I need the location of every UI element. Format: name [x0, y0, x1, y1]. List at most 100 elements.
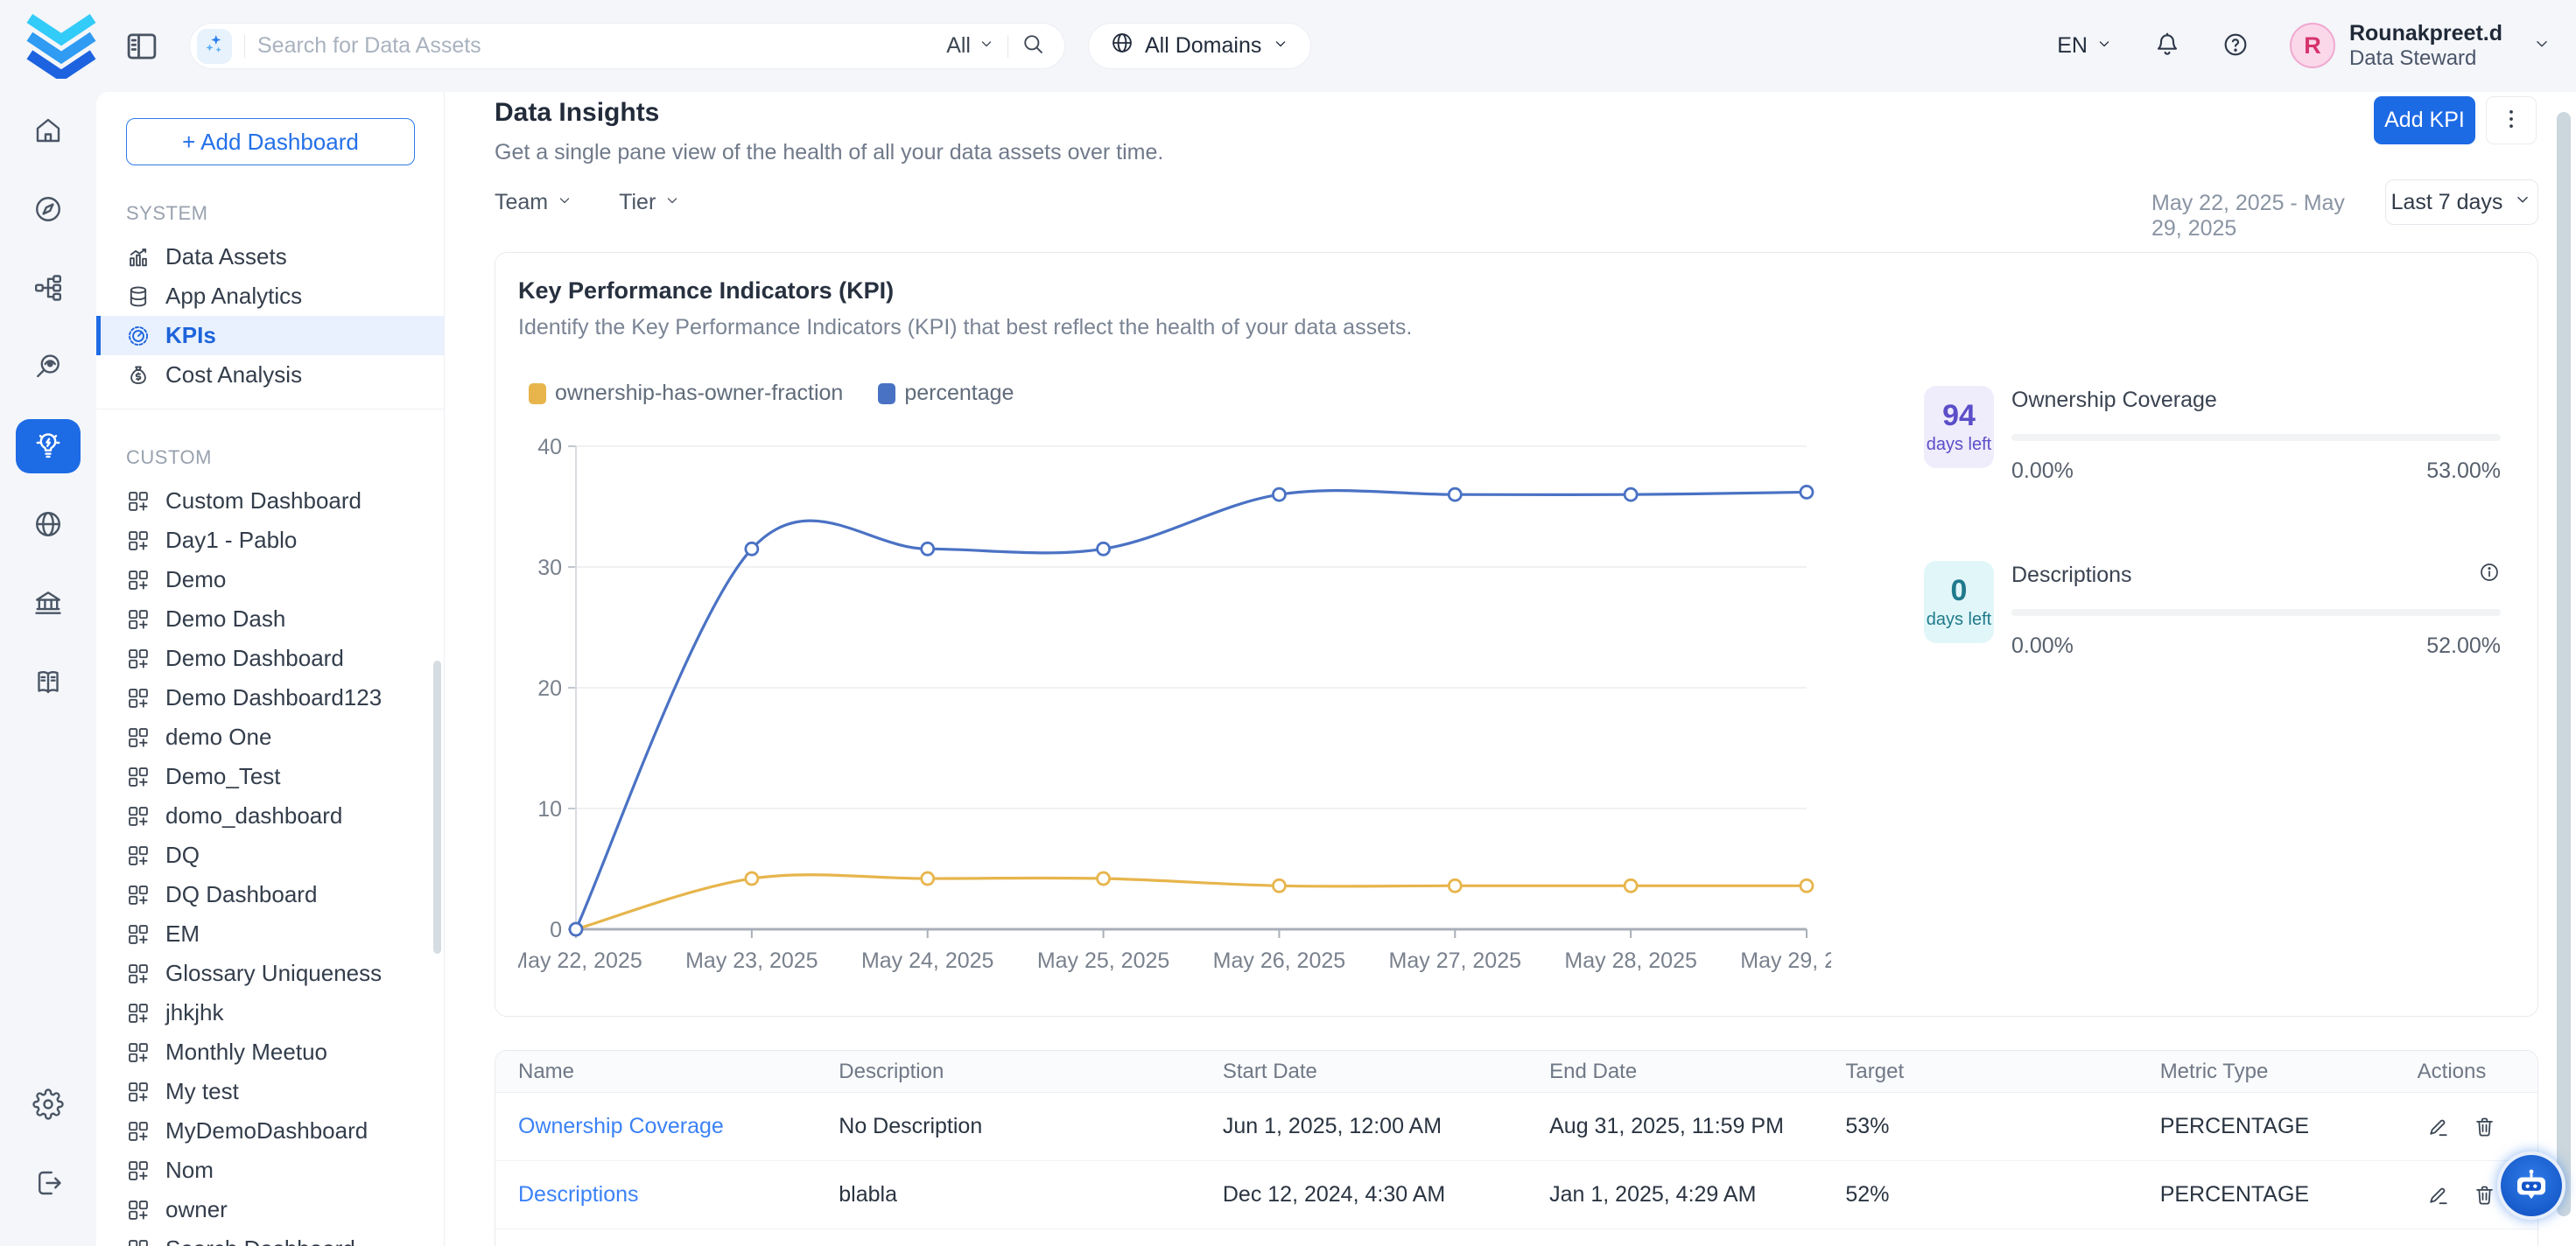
rail-item-settings[interactable]	[16, 1078, 81, 1132]
user-name: Rounakpreet.d	[2349, 20, 2502, 46]
sidebar-item-demo[interactable]: Demo	[96, 560, 444, 599]
series-line-percentage[interactable]	[576, 491, 1807, 929]
kpi-summaries-panel: 94days leftOwnership Coverage0.00%53.00%…	[1866, 381, 2515, 984]
sidebar-item-monthly-meetuo[interactable]: Monthly Meetuo	[96, 1032, 444, 1072]
rail-item-lineage[interactable]	[16, 262, 81, 316]
data-point[interactable]	[1800, 879, 1813, 892]
delete-kpi-button[interactable]	[2473, 1115, 2496, 1138]
data-point[interactable]	[1449, 879, 1461, 892]
add-kpi-button[interactable]: Add KPI	[2374, 96, 2475, 144]
rail-item-glossary[interactable]	[16, 655, 81, 710]
sidebar-item-label: Demo	[165, 566, 226, 593]
filter-tier-dropdown[interactable]: Tier	[619, 190, 681, 215]
x-tick-label: May 29, 2025	[1740, 948, 1831, 973]
sidebar-item-dq[interactable]: DQ	[96, 836, 444, 875]
data-point[interactable]	[1449, 488, 1461, 500]
dashboard-icon	[126, 725, 151, 750]
sidebar-item-em[interactable]: EM	[96, 914, 444, 954]
sidebar-item-cost-analysis[interactable]: Cost Analysis	[96, 355, 444, 395]
rail-item-observe[interactable]	[16, 340, 81, 395]
chart-legend: ownership-has-owner-fraction percentage	[529, 381, 1866, 406]
sidebar-scrollbar-thumb[interactable]	[433, 661, 441, 954]
kpi-name-link[interactable]: Descriptions	[518, 1182, 639, 1207]
search-icon[interactable]	[1021, 32, 1045, 60]
kpi-line-chart[interactable]: 010203040May 22, 2025May 23, 2025May 24,…	[518, 406, 1866, 984]
dashboard-icon	[126, 1158, 151, 1183]
language-dropdown[interactable]: EN	[2057, 33, 2113, 59]
kpi-name-link[interactable]: Ownership Coverage	[518, 1114, 724, 1138]
sidebar-item-app-analytics[interactable]: App Analytics	[96, 276, 444, 316]
time-range-dropdown[interactable]: Last 7 days	[2385, 179, 2538, 225]
data-point[interactable]	[746, 872, 758, 885]
data-point[interactable]	[1273, 879, 1285, 892]
sidebar-item-domo-dashboard[interactable]: domo_dashboard	[96, 796, 444, 836]
rail-item-insights[interactable]	[16, 419, 81, 473]
edit-kpi-button[interactable]	[2426, 1183, 2450, 1207]
y-tick-label: 0	[550, 918, 562, 942]
date-range-text: May 22, 2025 - May 29, 2025	[2151, 191, 2370, 242]
help-icon	[2222, 31, 2250, 61]
kpi-end-date-cell: Aug 31, 2025, 11:59 PM	[1527, 1114, 1822, 1139]
info-icon[interactable]	[2478, 561, 2501, 588]
sidebar-item-label: My test	[165, 1078, 239, 1105]
legend-label: percentage	[904, 381, 1014, 406]
observe-icon	[32, 351, 64, 385]
all-domains-dropdown[interactable]: All Domains	[1088, 23, 1311, 69]
sidebar-item-nom[interactable]: Nom	[96, 1151, 444, 1190]
data-point[interactable]	[570, 923, 582, 935]
more-options-button[interactable]	[2486, 96, 2537, 144]
x-tick-label: May 23, 2025	[685, 948, 818, 973]
rail-item-logout[interactable]	[16, 1157, 81, 1211]
kpi-target-cell: 52%	[1822, 1182, 2137, 1208]
sidebar-item-demo-dashboard123[interactable]: Demo Dashboard123	[96, 678, 444, 718]
data-point[interactable]	[1098, 872, 1110, 885]
global-search-bar[interactable]: All	[189, 23, 1065, 69]
kpi-start-date-cell: Dec 12, 2024, 4:30 AM	[1200, 1182, 1527, 1208]
data-point[interactable]	[922, 542, 934, 555]
sidebar-item-jhkjhk[interactable]: jhkjhk	[96, 993, 444, 1032]
sidebar-item-demo-dash[interactable]: Demo Dash	[96, 599, 444, 639]
sidebar-item-glossary-uniqueness[interactable]: Glossary Uniqueness	[96, 954, 444, 993]
rail-item-home[interactable]	[16, 104, 81, 158]
sidebar-item-demo-dashboard[interactable]: Demo Dashboard	[96, 639, 444, 678]
rail-item-domains-globe[interactable]	[16, 498, 81, 552]
page-scrollbar-thumb[interactable]	[2557, 112, 2571, 1216]
sidebar-item-dq-dashboard[interactable]: DQ Dashboard	[96, 875, 444, 914]
sidebar-item-demo-one[interactable]: demo One	[96, 718, 444, 757]
sidebar-item-kpis[interactable]: KPIs	[96, 316, 444, 355]
user-menu[interactable]: R Rounakpreet.d Data Steward	[2290, 20, 2551, 72]
chatbot-button[interactable]	[2497, 1152, 2565, 1220]
data-point[interactable]	[746, 542, 758, 555]
ai-sparkle-icon[interactable]	[197, 29, 232, 64]
search-scope-dropdown[interactable]: All	[946, 33, 995, 59]
filter-team-dropdown[interactable]: Team	[495, 190, 573, 215]
data-point[interactable]	[922, 872, 934, 885]
legend-item-ownership-has-owner-fraction[interactable]: ownership-has-owner-fraction	[529, 381, 843, 406]
left-icon-rail	[0, 92, 96, 1246]
sidebar-item-owner[interactable]: owner	[96, 1190, 444, 1229]
notifications-button[interactable]	[2153, 31, 2181, 61]
sidebar-item-demo-test[interactable]: Demo_Test	[96, 757, 444, 796]
add-dashboard-button[interactable]: + Add Dashboard	[126, 118, 415, 165]
rail-item-compass[interactable]	[16, 183, 81, 237]
rail-item-governance[interactable]	[16, 577, 81, 631]
sidebar-item-data-assets[interactable]: Data Assets	[96, 237, 444, 276]
sidebar-toggle-button[interactable]	[123, 28, 161, 66]
sidebar-item-mydemodashboard[interactable]: MyDemoDashboard	[96, 1111, 444, 1151]
sidebar-item-my-test[interactable]: My test	[96, 1072, 444, 1111]
data-point[interactable]	[1273, 488, 1285, 500]
data-point[interactable]	[1625, 879, 1637, 892]
legend-item-percentage[interactable]: percentage	[878, 381, 1014, 406]
search-input[interactable]	[257, 33, 946, 59]
sidebar-item-search-dashboard[interactable]: Search Dashboard	[96, 1229, 444, 1246]
data-point[interactable]	[1098, 542, 1110, 555]
sidebar-item-label: Custom Dashboard	[165, 487, 361, 514]
data-point[interactable]	[1625, 488, 1637, 500]
sidebar-item-custom-dashboard[interactable]: Custom Dashboard	[96, 481, 444, 521]
delete-kpi-button[interactable]	[2473, 1183, 2496, 1207]
edit-kpi-button[interactable]	[2426, 1115, 2450, 1138]
sidebar-item-day1-pablo[interactable]: Day1 - Pablo	[96, 521, 444, 560]
series-line-ownership-has-owner-fraction[interactable]	[576, 875, 1807, 929]
data-point[interactable]	[1800, 486, 1813, 498]
help-button[interactable]	[2222, 31, 2250, 61]
